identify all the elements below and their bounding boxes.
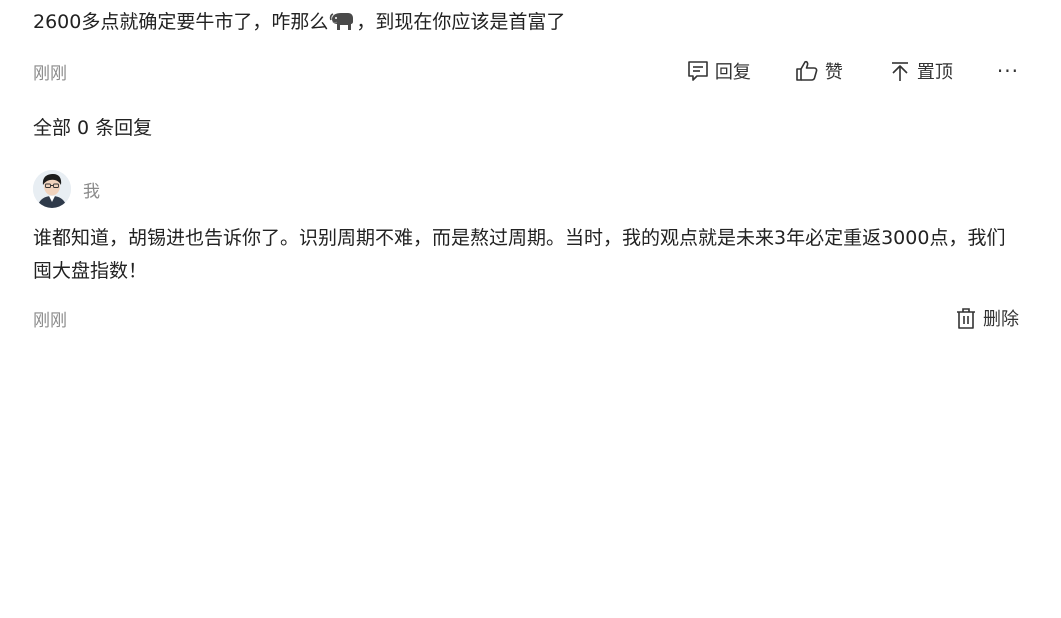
like-button[interactable]: 赞: [795, 58, 843, 84]
reply-button[interactable]: 回复: [687, 58, 751, 84]
reply-time: 刚刚: [33, 310, 67, 331]
reply-text: 谁都知道，胡锡进也告诉你了。识别周期不难，而是熬过周期。当时，我的观点就是未来3…: [33, 227, 1006, 282]
thumbs-up-icon: [795, 59, 819, 83]
delete-button[interactable]: 删除: [955, 305, 1019, 331]
comment-text-before: 2600多点就确定要牛市了，咋那么: [33, 11, 329, 33]
pin-top-icon: [889, 60, 911, 82]
trash-icon: [955, 307, 977, 329]
pin-button[interactable]: 置顶: [889, 58, 953, 84]
more-button[interactable]: ···: [997, 59, 1019, 83]
comment-text-after: ，到现在你应该是首富了: [356, 11, 566, 33]
bull-emoji-icon: [329, 10, 355, 32]
username[interactable]: 我: [83, 177, 100, 202]
delete-label: 删除: [983, 309, 1019, 330]
comment-time: 刚刚: [33, 63, 67, 84]
replies-count-header: 全部 0 条回复: [33, 117, 153, 139]
reply-actions: 删除: [955, 305, 1019, 331]
comment-thread: 2600多点就确定要牛市了，咋那么 ，到现在你应该是首富了 刚刚 回复 赞 置顶…: [0, 0, 1061, 618]
more-icon: ···: [996, 59, 1019, 83]
avatar[interactable]: [33, 170, 71, 208]
comment-meta-row: 刚刚 回复 赞 置顶 ···: [33, 57, 1019, 85]
like-label: 赞: [824, 62, 843, 83]
reply-author: 我: [33, 170, 100, 208]
reply-label: 回复: [714, 62, 751, 83]
comment-actions: 回复 赞 置顶 ···: [687, 58, 1019, 84]
pin-label: 置顶: [916, 62, 953, 83]
comment-text: 2600多点就确定要牛市了，咋那么 ，到现在你应该是首富了: [33, 8, 565, 36]
reply-icon: [687, 60, 709, 82]
reply-meta-row: 刚刚 删除: [33, 304, 1019, 332]
